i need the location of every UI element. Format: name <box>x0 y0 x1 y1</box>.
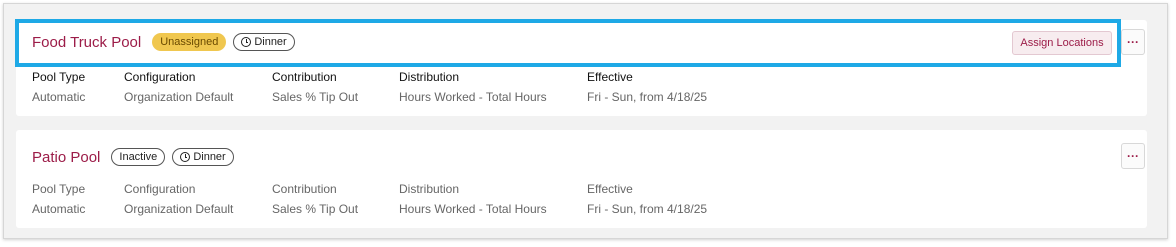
field-distribution: Distribution Hours Worked - Total Hours <box>399 70 547 104</box>
field-pool-type: Pool Type Automatic <box>32 70 85 104</box>
field-configuration: Configuration Organization Default <box>124 182 233 216</box>
field-pool-type: Pool Type Automatic <box>32 182 85 216</box>
field-label: Distribution <box>399 182 460 196</box>
field-value: Automatic <box>32 202 86 216</box>
field-value: Hours Worked - Total Hours <box>399 202 547 216</box>
shift-badge: Dinner <box>233 33 295 51</box>
field-label: Effective <box>587 70 633 84</box>
pool-card-food-truck: Food Truck Pool Unassigned Dinner Assign… <box>16 20 1147 116</box>
more-options-icon: ··· <box>1127 35 1139 49</box>
field-value: Organization Default <box>124 202 234 216</box>
field-contribution: Contribution Sales % Tip Out <box>272 182 358 216</box>
field-value: Fri - Sun, from 4/18/25 <box>587 90 708 104</box>
shift-badge-label: Dinner <box>193 151 226 163</box>
field-value: Organization Default <box>124 90 234 104</box>
field-label: Contribution <box>272 182 337 196</box>
field-label: Configuration <box>124 182 196 196</box>
field-value: Fri - Sun, from 4/18/25 <box>587 202 708 216</box>
field-label: Pool Type <box>32 70 86 84</box>
field-label: Effective <box>587 182 633 196</box>
field-value: Sales % Tip Out <box>272 90 359 104</box>
field-value: Sales % Tip Out <box>272 202 359 216</box>
more-options-button[interactable]: ··· <box>1121 29 1145 55</box>
shift-badge-label: Dinner <box>254 36 287 48</box>
field-label: Configuration <box>124 70 196 84</box>
pool-details: Pool Type Automatic Configuration Organi… <box>32 182 732 222</box>
status-badge: Unassigned <box>152 33 227 51</box>
clock-icon <box>180 152 191 162</box>
field-label: Distribution <box>399 70 460 84</box>
field-effective: Effective Fri - Sun, from 4/18/25 <box>587 182 707 216</box>
more-options-icon: ··· <box>1127 149 1139 163</box>
clock-icon <box>241 37 252 47</box>
pool-header: Patio Pool Inactive Dinner <box>32 137 234 177</box>
field-label: Pool Type <box>32 182 86 196</box>
assign-locations-button[interactable]: Assign Locations <box>1012 31 1112 55</box>
pool-card-patio: Patio Pool Inactive Dinner ··· Pool Type… <box>16 130 1147 228</box>
pool-title[interactable]: Food Truck Pool <box>32 34 141 51</box>
field-value: Automatic <box>32 90 86 104</box>
shift-badge: Dinner <box>172 148 234 166</box>
field-effective: Effective Fri - Sun, from 4/18/25 <box>587 70 707 104</box>
pool-title[interactable]: Patio Pool <box>32 149 100 166</box>
pool-details: Pool Type Automatic Configuration Organi… <box>32 70 732 110</box>
pools-panel: Food Truck Pool Unassigned Dinner Assign… <box>3 3 1168 239</box>
pool-header: Food Truck Pool Unassigned Dinner <box>32 20 295 64</box>
field-value: Hours Worked - Total Hours <box>399 90 547 104</box>
field-distribution: Distribution Hours Worked - Total Hours <box>399 182 547 216</box>
status-badge: Inactive <box>111 148 166 166</box>
field-configuration: Configuration Organization Default <box>124 70 233 104</box>
field-contribution: Contribution Sales % Tip Out <box>272 70 358 104</box>
more-options-button[interactable]: ··· <box>1121 143 1145 169</box>
field-label: Contribution <box>272 70 337 84</box>
